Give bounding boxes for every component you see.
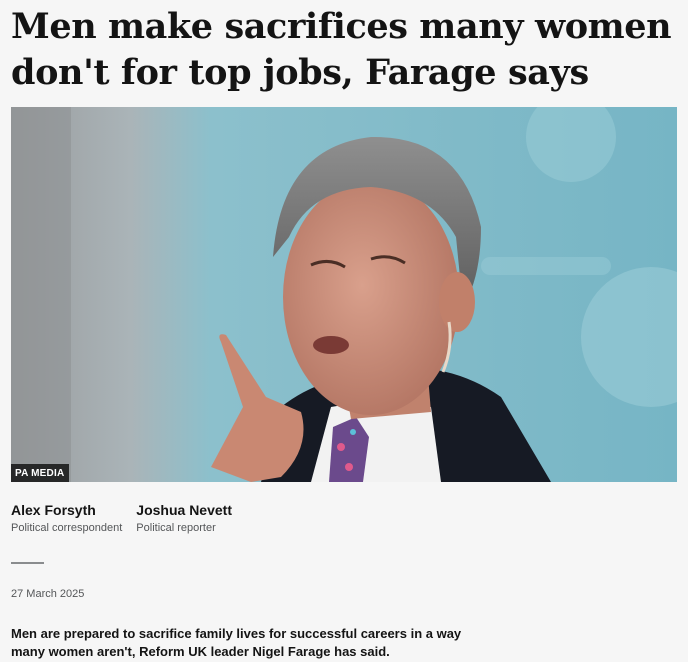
author-byline: Joshua Nevett Political reporter (136, 501, 232, 536)
hero-image: PA MEDIA (11, 107, 677, 482)
author-byline: Alex Forsyth Political correspondent (11, 501, 122, 536)
author-name[interactable]: Alex Forsyth (11, 501, 122, 519)
photo-illustration (11, 107, 677, 482)
article-headline: Men make sacrifices many women don't for… (11, 6, 672, 93)
publish-date: 27 March 2025 (11, 588, 85, 600)
divider (11, 562, 44, 564)
article-lead: Men are prepared to sacrifice family liv… (11, 626, 462, 659)
bylines: Alex Forsyth Political correspondent Jos… (11, 501, 232, 536)
author-name[interactable]: Joshua Nevett (136, 501, 232, 519)
image-credit: PA MEDIA (11, 464, 70, 482)
author-role: Political reporter (136, 522, 216, 534)
author-role: Political correspondent (11, 522, 123, 534)
